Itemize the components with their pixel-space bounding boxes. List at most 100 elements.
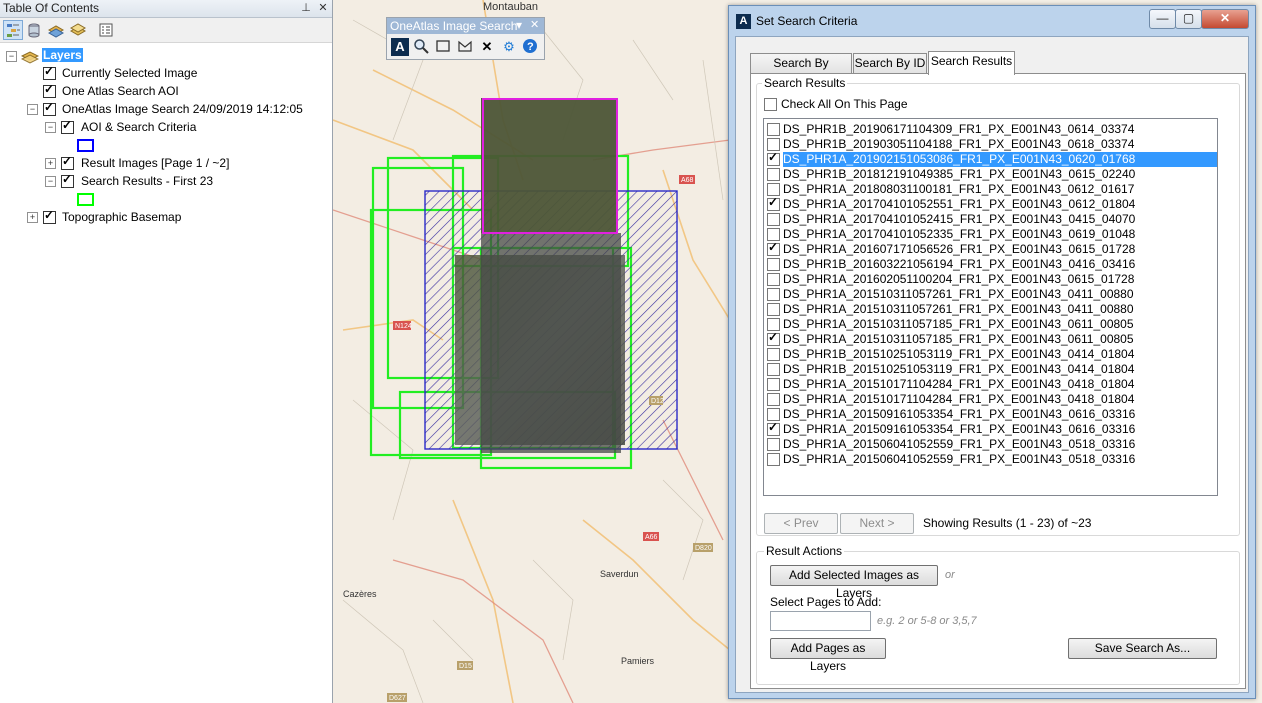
tab-search-by-property[interactable]: Search By Property: [750, 53, 852, 89]
draw-polygon-icon[interactable]: [456, 38, 474, 56]
result-row[interactable]: DS_PHR1A_201510311057185_FR1_PX_E001N43_…: [764, 330, 1217, 347]
add-selected-images-button[interactable]: Add Selected Images as Layers: [770, 565, 938, 600]
settings-icon[interactable]: ⚙: [500, 38, 518, 56]
layer-checkbox-result-images[interactable]: [61, 154, 74, 170]
next-button[interactable]: Next >: [840, 513, 914, 534]
result-checkbox[interactable]: [767, 168, 780, 181]
result-row[interactable]: DS_PHR1A_201510311057261_FR1_PX_E001N43_…: [764, 287, 1217, 302]
result-row[interactable]: DS_PHR1A_201704101052415_FR1_PX_E001N43_…: [764, 212, 1217, 227]
result-checkbox[interactable]: [767, 123, 780, 136]
prev-button[interactable]: < Prev: [764, 513, 838, 534]
result-row[interactable]: DS_PHR1B_201510251053119_FR1_PX_E001N43_…: [764, 347, 1217, 362]
layer-topographic-basemap[interactable]: Topographic Basemap: [62, 208, 181, 226]
result-row[interactable]: DS_PHR1A_201509161053354_FR1_PX_E001N43_…: [764, 420, 1217, 437]
result-row[interactable]: DS_PHR1A_201509161053354_FR1_PX_E001N43_…: [764, 407, 1217, 422]
result-row[interactable]: DS_PHR1A_201510171104284_FR1_PX_E001N43_…: [764, 392, 1217, 407]
tab-search-results[interactable]: Search Results: [928, 51, 1015, 75]
add-pages-button[interactable]: Add Pages as Layers: [770, 638, 886, 673]
options-icon[interactable]: [97, 21, 115, 39]
result-name: DS_PHR1B_201903051104188_FR1_PX_E001N43_…: [783, 137, 1135, 151]
oneatlas-toolbar-titlebar[interactable]: OneAtlas Image Search ▾ ✕: [387, 18, 544, 34]
result-row[interactable]: DS_PHR1A_201510311057185_FR1_PX_E001N43_…: [764, 317, 1217, 332]
layer-one-atlas-search-aoi[interactable]: One Atlas Search AOI: [62, 82, 179, 100]
result-row[interactable]: DS_PHR1B_201510251053119_FR1_PX_E001N43_…: [764, 362, 1217, 377]
dialog-titlebar[interactable]: A Set Search Criteria — ▢ ✕: [729, 6, 1255, 36]
result-checkbox[interactable]: [767, 348, 780, 361]
result-row[interactable]: DS_PHR1A_201510171104284_FR1_PX_E001N43_…: [764, 377, 1217, 392]
result-row[interactable]: DS_PHR1A_201704101052551_FR1_PX_E001N43_…: [764, 195, 1217, 212]
result-checkbox[interactable]: [767, 258, 780, 271]
draw-rectangle-icon[interactable]: [434, 38, 452, 56]
result-row[interactable]: DS_PHR1B_201603221056194_FR1_PX_E001N43_…: [764, 257, 1217, 272]
layer-checkbox-oneatlas-search[interactable]: [43, 100, 56, 116]
layer-oneatlas-image-search[interactable]: OneAtlas Image Search 24/09/2019 14:12:0…: [62, 100, 303, 118]
pages-input[interactable]: [770, 611, 871, 631]
tab-search-by-id[interactable]: Search By ID: [853, 53, 927, 74]
check-all-checkbox[interactable]: [764, 98, 777, 111]
toc-close-icon[interactable]: ✕: [316, 1, 330, 14]
oneatlas-logo-icon[interactable]: A: [391, 38, 409, 56]
result-row[interactable]: DS_PHR1B_201812191049385_FR1_PX_E001N43_…: [764, 167, 1217, 182]
showing-results-text: Showing Results (1 - 23) of ~23: [923, 516, 1092, 530]
result-row[interactable]: DS_PHR1B_201903051104188_FR1_PX_E001N43_…: [764, 137, 1217, 152]
list-by-drawing-order-icon[interactable]: [3, 20, 23, 40]
result-checkbox[interactable]: [767, 150, 780, 166]
list-by-source-icon[interactable]: [25, 21, 43, 39]
toolbar-dropdown-icon[interactable]: ▾: [516, 18, 522, 32]
minimize-button[interactable]: —: [1149, 9, 1176, 29]
help-icon[interactable]: ?: [521, 38, 539, 56]
result-checkbox[interactable]: [767, 438, 780, 451]
search-icon[interactable]: [412, 38, 430, 56]
result-row[interactable]: DS_PHR1A_201902151053086_FR1_PX_E001N43_…: [764, 150, 1217, 167]
layer-search-results[interactable]: Search Results - First 23: [81, 172, 213, 190]
clear-icon[interactable]: ✕: [478, 38, 496, 56]
save-search-button[interactable]: Save Search As...: [1068, 638, 1217, 659]
result-name: DS_PHR1A_201506041052559_FR1_PX_E001N43_…: [783, 452, 1136, 466]
aoi-criteria-collapse-toggle[interactable]: −: [45, 122, 56, 133]
result-row[interactable]: DS_PHR1A_201704101052335_FR1_PX_E001N43_…: [764, 227, 1217, 242]
result-checkbox[interactable]: [767, 393, 780, 406]
search-results-collapse-toggle[interactable]: −: [45, 176, 56, 187]
result-checkbox[interactable]: [767, 363, 780, 376]
result-checkbox[interactable]: [767, 420, 780, 436]
result-checkbox[interactable]: [767, 288, 780, 301]
layer-currently-selected-image[interactable]: Currently Selected Image: [62, 64, 197, 82]
result-row[interactable]: DS_PHR1A_201510311057261_FR1_PX_E001N43_…: [764, 302, 1217, 317]
layer-checkbox-search-aoi[interactable]: [43, 82, 56, 98]
result-row[interactable]: DS_PHR1A_201506041052559_FR1_PX_E001N43_…: [764, 452, 1217, 467]
layer-checkbox-basemap[interactable]: [43, 208, 56, 224]
layer-result-images[interactable]: Result Images [Page 1 / ~2]: [81, 154, 229, 172]
result-row[interactable]: DS_PHR1B_201906171104309_FR1_PX_E001N43_…: [764, 122, 1217, 137]
toc-toolbar: [0, 18, 332, 43]
check-all-label[interactable]: Check All On This Page: [781, 97, 908, 111]
result-checkbox[interactable]: [767, 303, 780, 316]
result-checkbox[interactable]: [767, 330, 780, 346]
layer-checkbox-search-results[interactable]: [61, 172, 74, 188]
maximize-button[interactable]: ▢: [1175, 9, 1202, 29]
result-row[interactable]: DS_PHR1A_201506041052559_FR1_PX_E001N43_…: [764, 437, 1217, 452]
result-checkbox[interactable]: [767, 213, 780, 226]
result-checkbox[interactable]: [767, 453, 780, 466]
pages-hint: e.g. 2 or 5-8 or 3,5,7: [877, 615, 977, 627]
list-by-visibility-icon[interactable]: [47, 21, 65, 39]
basemap-expand-toggle[interactable]: +: [27, 212, 38, 223]
result-checkbox[interactable]: [767, 378, 780, 391]
pin-icon[interactable]: ⊥: [299, 1, 313, 14]
result-row[interactable]: DS_PHR1A_201602051100204_FR1_PX_E001N43_…: [764, 272, 1217, 287]
oneatlas-group-collapse-toggle[interactable]: −: [27, 104, 38, 115]
result-checkbox[interactable]: [767, 240, 780, 256]
result-row[interactable]: DS_PHR1A_201607171056526_FR1_PX_E001N43_…: [764, 240, 1217, 257]
toolbar-close-icon[interactable]: ✕: [530, 18, 539, 31]
result-row[interactable]: DS_PHR1A_201808031100181_FR1_PX_E001N43_…: [764, 182, 1217, 197]
layer-aoi-search-criteria[interactable]: AOI & Search Criteria: [81, 118, 196, 136]
close-button[interactable]: ✕: [1201, 9, 1249, 29]
layer-checkbox-aoi-criteria[interactable]: [61, 118, 74, 134]
result-checkbox[interactable]: [767, 273, 780, 286]
layer-checkbox-selected-image[interactable]: [43, 64, 56, 80]
result-images-expand-toggle[interactable]: +: [45, 158, 56, 169]
map-view[interactable]: Montauban Saverdun Cazères Pamiers N124 …: [333, 0, 730, 703]
list-by-selection-icon[interactable]: [69, 21, 87, 39]
result-checkbox[interactable]: [767, 195, 780, 211]
layers-root[interactable]: Layers: [42, 46, 83, 64]
layers-collapse-toggle[interactable]: −: [6, 51, 17, 62]
